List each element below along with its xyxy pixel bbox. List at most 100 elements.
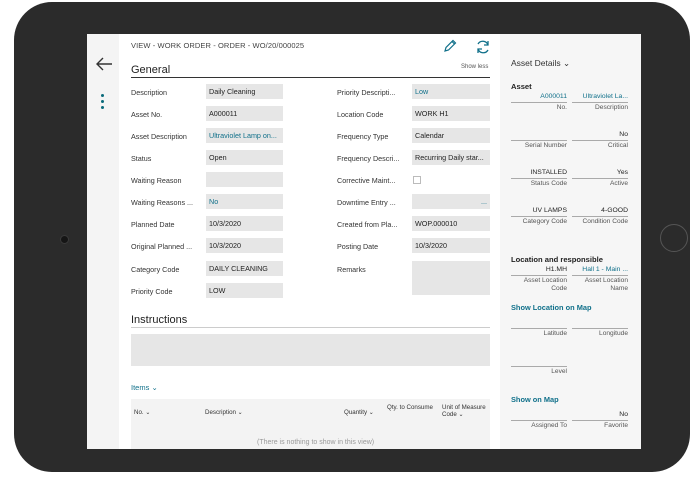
fact-value[interactable]: Ultraviolet La... xyxy=(572,92,628,101)
factbox-title[interactable]: Asset Details ⌄ xyxy=(511,58,570,69)
fact-label: Condition Code xyxy=(582,218,628,225)
home-button[interactable] xyxy=(660,224,688,252)
frequency-type-field[interactable]: Calendar xyxy=(412,128,490,143)
fact-label: Level xyxy=(551,368,567,375)
corrective-maintenance-checkbox[interactable] xyxy=(413,176,421,184)
waiting-reasons-field[interactable]: No xyxy=(206,194,283,209)
fact-label: Latitude xyxy=(543,330,567,337)
edit-pencil-icon[interactable] xyxy=(442,38,458,54)
category-code-field[interactable]: DAILY CLEANING xyxy=(206,261,283,276)
field-label: Frequency Type xyxy=(337,132,389,141)
fact-label: Longitude xyxy=(599,330,628,337)
frequency-description-field[interactable]: Recurring Daily star... xyxy=(412,150,490,165)
fact-asset-location-name: Hall 1 - Main ... Asset Location Name xyxy=(572,265,628,292)
remarks-field[interactable] xyxy=(412,261,490,295)
fact-level: Level xyxy=(511,356,567,376)
fact-serial-number: Serial Number xyxy=(511,130,567,150)
asset-heading: Asset xyxy=(511,82,532,91)
instructions-section-title[interactable]: Instructions xyxy=(131,314,187,326)
fact-value: No xyxy=(619,131,628,138)
downtime-entry-field[interactable]: ... xyxy=(412,194,490,209)
items-header-row: No. ⌄ Description ⌄ Quantity ⌄ Qty. to C… xyxy=(131,399,490,427)
field-label: Planned Date xyxy=(131,220,175,229)
posting-date-field[interactable]: 10/3/2020 xyxy=(412,238,490,253)
fact-longitude: Longitude xyxy=(572,318,628,338)
field-label: Waiting Reasons ... xyxy=(131,198,194,207)
fact-label: No. xyxy=(556,104,567,111)
camera-dot xyxy=(60,235,69,244)
column-header-quantity[interactable]: Quantity ⌄ xyxy=(344,409,374,416)
fact-label: Active xyxy=(610,180,628,187)
general-divider xyxy=(131,77,490,78)
more-dots-icon[interactable] xyxy=(101,94,105,112)
field-label: Posting Date xyxy=(337,242,379,251)
field-label: Remarks xyxy=(337,265,366,274)
fact-favorite: No Favorite xyxy=(572,410,628,430)
status-field[interactable]: Open xyxy=(206,150,283,165)
fact-label: Asset Location Code xyxy=(523,277,567,292)
field-label: Category Code xyxy=(131,265,180,274)
description-field[interactable]: Daily Cleaning xyxy=(206,84,283,99)
fact-label: Serial Number xyxy=(524,142,567,149)
column-header-no[interactable]: No. ⌄ xyxy=(134,409,151,416)
fact-value: INSTALLED xyxy=(530,169,567,176)
location-code-field[interactable]: WORK H1 xyxy=(412,106,490,121)
field-label: Asset Description xyxy=(131,132,187,141)
waiting-reason-field[interactable] xyxy=(206,172,283,187)
field-label: Location Code xyxy=(337,110,384,119)
instructions-divider xyxy=(131,327,490,328)
location-heading: Location and responsible xyxy=(511,255,603,264)
chevron-down-icon: ⌄ xyxy=(562,58,571,68)
priority-description-field[interactable]: Low xyxy=(412,84,490,99)
show-on-map-link[interactable]: Show on Map xyxy=(511,395,559,404)
fact-value xyxy=(572,318,628,327)
fact-latitude: Latitude xyxy=(511,318,567,338)
chevron-down-icon: ⌄ xyxy=(151,383,158,392)
field-label: Frequency Descri... xyxy=(337,154,400,163)
fact-value xyxy=(511,410,567,419)
fact-asset-description: Ultraviolet La... Description xyxy=(572,92,628,112)
field-label: Priority Code xyxy=(131,287,173,296)
items-section-title[interactable]: Items ⌄ xyxy=(131,383,158,392)
tablet-frame: VIEW - WORK ORDER - ORDER - WO/20/000025… xyxy=(14,2,690,472)
column-header-unit-of-measure[interactable]: Unit of Measure Code ⌄ xyxy=(442,404,490,418)
fact-value[interactable]: A000011 xyxy=(511,92,567,101)
breadcrumb: VIEW - WORK ORDER - ORDER - WO/20/000025 xyxy=(131,41,305,50)
fact-value: No xyxy=(619,411,628,418)
priority-code-field[interactable]: LOW xyxy=(206,283,283,298)
field-label: Status xyxy=(131,154,152,163)
instructions-field[interactable] xyxy=(131,334,490,366)
show-location-on-map-link[interactable]: Show Location on Map xyxy=(511,303,591,312)
asset-description-field[interactable]: Ultraviolet Lamp on... xyxy=(206,128,283,143)
fact-status-code: INSTALLED Status Code xyxy=(511,168,567,188)
fact-label: Critical xyxy=(607,142,628,149)
fact-label: Asset Location Name xyxy=(584,277,628,292)
planned-date-field[interactable]: 10/3/2020 xyxy=(206,216,283,231)
field-label: Created from Pla... xyxy=(337,220,398,229)
original-planned-field[interactable]: 10/3/2020 xyxy=(206,238,283,253)
fact-value xyxy=(511,318,567,327)
field-label: Corrective Maint... xyxy=(337,176,396,185)
asset-no-field[interactable]: A000011 xyxy=(206,106,283,121)
show-less-link[interactable]: Show less xyxy=(461,64,488,70)
fact-value xyxy=(511,356,567,365)
asset-details-factbox: Asset Details ⌄ Asset A000011 No. Ultrav… xyxy=(500,34,641,449)
fact-label: Favorite xyxy=(604,422,628,429)
back-arrow-icon[interactable] xyxy=(94,54,114,74)
general-section-title[interactable]: General xyxy=(131,64,170,76)
fact-label: Status Code xyxy=(530,180,567,187)
fact-label: Description xyxy=(595,104,628,111)
field-label: Waiting Reason xyxy=(131,176,182,185)
fact-value: H1.MH xyxy=(545,266,567,273)
fact-asset-no: A000011 No. xyxy=(511,92,567,112)
fact-critical: No Critical xyxy=(572,130,628,150)
refresh-icon[interactable] xyxy=(474,38,492,56)
field-label: Downtime Entry ... xyxy=(337,198,396,207)
created-from-plan-field[interactable]: WOP.000010 xyxy=(412,216,490,231)
fact-value[interactable]: Hall 1 - Main ... xyxy=(572,265,628,274)
column-header-description[interactable]: Description ⌄ xyxy=(205,409,243,416)
fact-asset-location-code: H1.MH Asset Location Code xyxy=(511,265,567,292)
column-header-qty-to-consume[interactable]: Qty. to Consume xyxy=(387,404,439,411)
fact-category-code: UV LAMPS Category Code xyxy=(511,206,567,226)
fact-label: Category Code xyxy=(522,218,567,225)
